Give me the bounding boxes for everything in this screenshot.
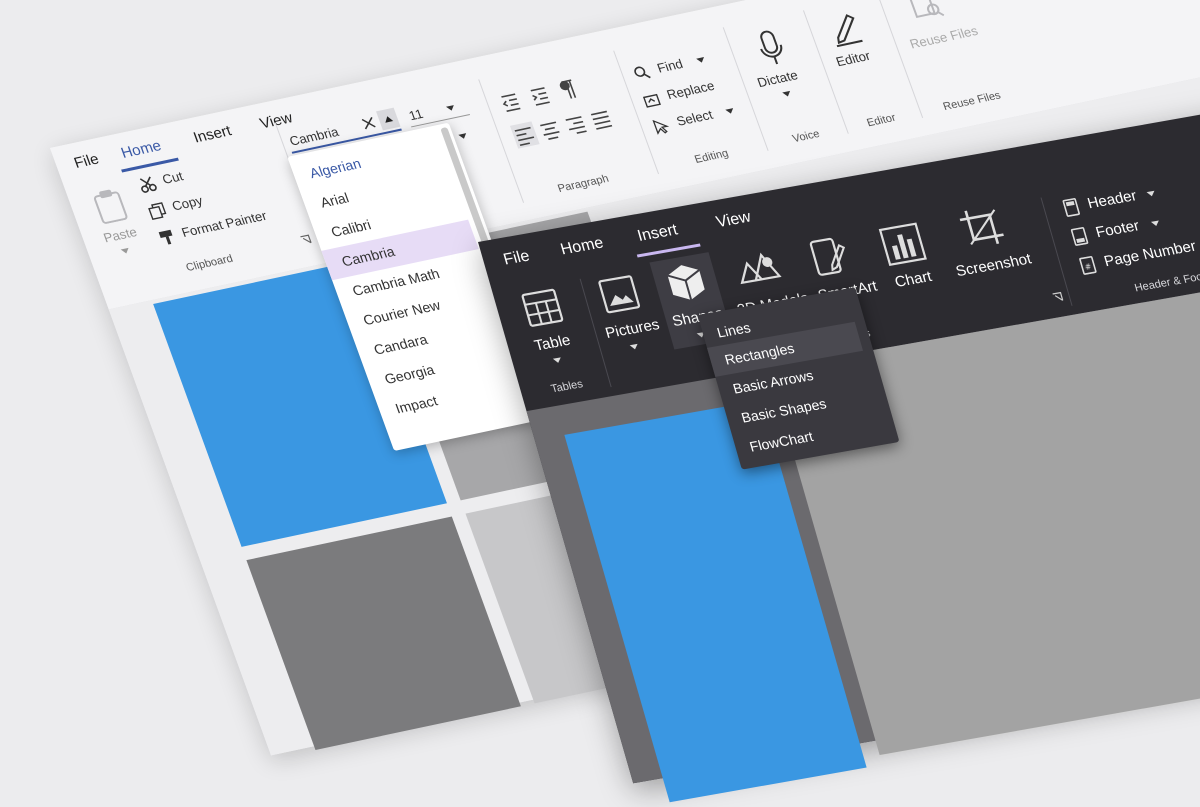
- tab-insert[interactable]: Insert: [636, 221, 680, 245]
- cursor-icon: [652, 119, 670, 135]
- paste-button[interactable]: Paste: [101, 224, 139, 245]
- tab-file[interactable]: File: [72, 151, 102, 172]
- tab-file[interactable]: File: [502, 248, 532, 270]
- search-icon: [634, 66, 651, 79]
- pen-icon[interactable]: [823, 8, 865, 48]
- tables-group-label: Tables: [549, 378, 585, 396]
- chevron-down-icon[interactable]: [629, 343, 639, 351]
- font-size-chevron-icon[interactable]: [445, 105, 456, 112]
- header-footer-group-label: Header & Footer: [1133, 268, 1200, 295]
- select-button[interactable]: Select: [674, 107, 715, 129]
- tab-insert[interactable]: Insert: [191, 122, 234, 146]
- cut-button[interactable]: Cut: [160, 168, 185, 186]
- chevron-down-icon[interactable]: [458, 133, 468, 140]
- chevron-down-icon[interactable]: [1150, 220, 1161, 227]
- table-icon[interactable]: [520, 287, 565, 328]
- editor-group-label: Editor: [865, 111, 898, 130]
- editing-group-label: Editing: [693, 147, 731, 166]
- chevron-down-icon[interactable]: [1146, 190, 1156, 197]
- reuse-files-icon[interactable]: [906, 0, 947, 25]
- format-painter-button[interactable]: Format Painter: [179, 208, 268, 240]
- editor-button[interactable]: Editor: [834, 48, 872, 69]
- header-button[interactable]: Header: [1086, 187, 1139, 212]
- paragraph-controls[interactable]: [498, 71, 630, 160]
- tab-home[interactable]: Home: [559, 235, 606, 260]
- svg-text:#: #: [1084, 262, 1093, 272]
- replace-button[interactable]: Replace: [665, 78, 717, 102]
- voice-group-label: Voice: [790, 128, 822, 146]
- copy-button[interactable]: Copy: [170, 193, 205, 214]
- find-button[interactable]: Find: [655, 56, 685, 75]
- scissors-icon: [139, 176, 157, 193]
- chart-icon[interactable]: [878, 221, 928, 267]
- table-button[interactable]: Table: [532, 332, 572, 355]
- tab-view[interactable]: View: [714, 209, 753, 232]
- screenshot-button[interactable]: Screenshot: [954, 251, 1033, 281]
- header-icon: [1062, 198, 1080, 217]
- footer-button[interactable]: Footer: [1094, 217, 1141, 241]
- reuse-files-group-label: Reuse Files: [941, 89, 1003, 114]
- microphone-icon[interactable]: [752, 28, 791, 69]
- chevron-down-icon[interactable]: [696, 57, 706, 64]
- font-dropdown-toggle[interactable]: [376, 107, 401, 131]
- 3d-model-icon[interactable]: [730, 247, 784, 293]
- tab-home[interactable]: Home: [119, 137, 164, 161]
- chevron-up-icon: [383, 115, 394, 123]
- paste-icon[interactable]: [89, 187, 130, 226]
- dictate-button[interactable]: Dictate: [755, 67, 800, 90]
- clear-icon[interactable]: [361, 116, 377, 130]
- copy-icon: [148, 202, 167, 220]
- dialog-launcher-icon[interactable]: [299, 234, 312, 246]
- smartart-icon[interactable]: [806, 233, 853, 280]
- clipboard-group-label: Clipboard: [184, 252, 235, 274]
- chart-button[interactable]: Chart: [893, 268, 934, 291]
- footer-icon: [1070, 227, 1089, 246]
- format-painter-icon: [158, 229, 173, 245]
- chevron-down-icon[interactable]: [782, 90, 792, 98]
- chevron-down-icon[interactable]: [120, 247, 131, 255]
- replace-icon: [642, 93, 661, 108]
- dialog-launcher-icon[interactable]: [1051, 291, 1064, 302]
- crop-icon[interactable]: [955, 203, 1008, 251]
- page-number-icon: #: [1079, 256, 1097, 275]
- font-size-input[interactable]: 11: [407, 106, 425, 123]
- page-number-button[interactable]: Page Number: [1102, 238, 1198, 271]
- paragraph-group-label: Paragraph: [556, 172, 611, 195]
- reuse-files-button[interactable]: Reuse Files: [908, 23, 980, 52]
- picture-icon[interactable]: [596, 274, 641, 315]
- pictures-button[interactable]: Pictures: [603, 316, 661, 342]
- chevron-down-icon[interactable]: [552, 357, 563, 364]
- chevron-down-icon[interactable]: [725, 108, 735, 115]
